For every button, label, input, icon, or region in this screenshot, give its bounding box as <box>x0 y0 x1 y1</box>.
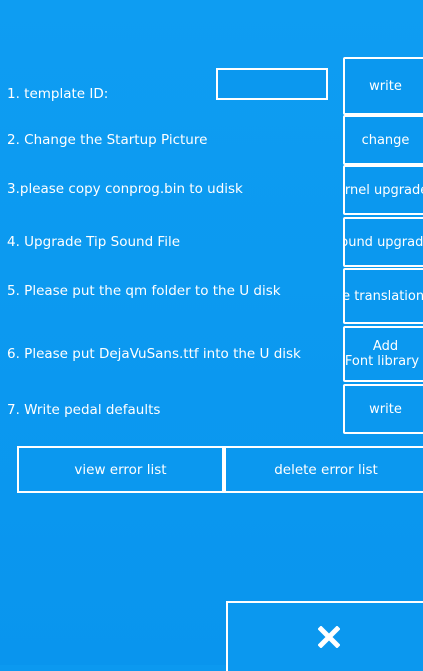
maintenance-screen: 1. template ID: write 2. Change the Star… <box>0 0 423 671</box>
change-startup-picture-button[interactable]: change <box>343 115 423 165</box>
sound-upgrade-label: Sound upgrade <box>345 234 423 250</box>
update-translation-button[interactable]: Update translation <box>343 268 423 324</box>
change-startup-picture-label: 2. Change the Startup Picture <box>7 132 208 148</box>
template-id-input[interactable] <box>216 68 328 100</box>
delete-error-list-button[interactable]: delete error list <box>224 446 423 493</box>
kernel-upgrade-button[interactable]: Kernel upgrade <box>343 165 423 215</box>
view-error-list-button[interactable]: view error list <box>17 446 224 493</box>
close-button[interactable] <box>226 601 423 671</box>
add-font-library-line1: Add <box>372 339 399 354</box>
template-id-label: 1. template ID: <box>7 86 109 102</box>
update-translation-label: Update translation <box>345 288 423 304</box>
put-font-file-label: 6. Please put DejaVuSans.ttf into the U … <box>7 346 301 362</box>
put-qm-folder-label: 5. Please put the qm folder to the U dis… <box>7 283 281 299</box>
add-font-library-line2: Font library <box>344 354 420 369</box>
copy-conprog-label: 3.please copy conprog.bin to udisk <box>7 181 243 197</box>
write-template-id-button[interactable]: write <box>343 57 423 115</box>
kernel-upgrade-label: Kernel upgrade <box>344 182 423 198</box>
write-pedal-defaults-label: 7. Write pedal defaults <box>7 402 161 418</box>
add-font-library-button[interactable]: Add Font library <box>343 326 423 382</box>
upgrade-tip-sound-label: 4. Upgrade Tip Sound File <box>7 234 181 250</box>
close-x-icon <box>317 626 340 648</box>
write-pedal-defaults-button[interactable]: write <box>343 384 423 434</box>
sound-upgrade-button[interactable]: Sound upgrade <box>343 217 423 267</box>
